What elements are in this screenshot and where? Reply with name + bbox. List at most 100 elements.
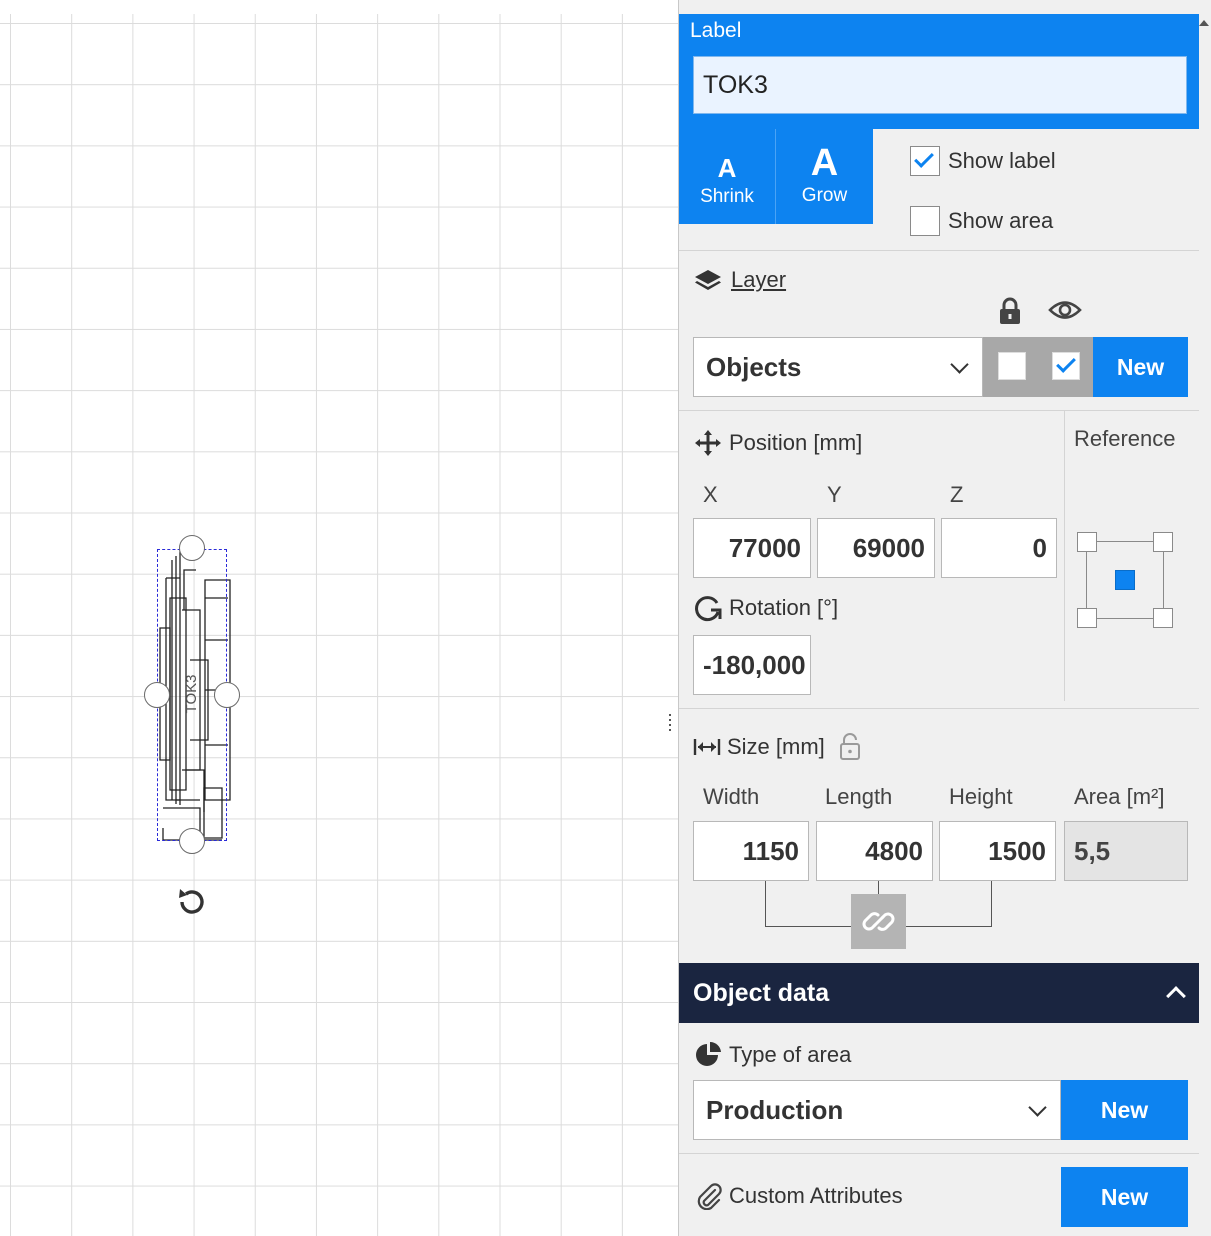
reference-top-left[interactable] [1077,532,1097,552]
link-bracket-right [991,881,992,927]
area-label: Area [m²] [1074,784,1165,809]
object-data-title: Object data [693,979,830,1007]
reference-title: Reference [1074,426,1176,451]
layer-section: Layer Objects New [679,251,1199,411]
scroll-up-arrow-icon[interactable] [1199,20,1209,26]
new-custom-attribute-button[interactable]: New [1061,1167,1188,1227]
width-label: Width [703,784,760,809]
z-label: Z [950,482,964,507]
shrink-label-button[interactable]: A Shrink [679,129,776,224]
length-input[interactable]: 4800 [816,821,933,881]
height-label: Height [949,784,1013,809]
move-icon [695,430,721,456]
paperclip-icon [697,1183,722,1210]
label-title: Label [690,19,742,42]
grow-label: Grow [801,185,848,206]
reference-point-picker [1077,532,1173,628]
position-section: Position [mm] X Y Z 77000 69000 0 Rotati… [679,411,1199,709]
y-label: Y [827,482,842,507]
grow-glyph: A [810,142,839,184]
reference-divider [1064,411,1065,701]
type-of-area-value: Production [706,1095,844,1125]
reference-center[interactable] [1115,570,1135,590]
link-icon [862,912,895,931]
position-y-input[interactable]: 69000 [817,518,935,578]
eye-icon [1048,301,1082,319]
chevron-up-icon[interactable] [1166,986,1186,1006]
position-x-input[interactable]: 77000 [693,518,811,578]
position-title: Position [mm] [693,428,862,458]
position-title-text: Position [mm] [729,430,863,455]
height-input[interactable]: 1500 [939,821,1056,881]
link-bracket-bottom-left [765,926,851,927]
size-section: Size [mm] Width Length Height Area [m²] … [679,709,1199,963]
layer-title[interactable]: Layer [693,267,786,293]
type-of-area-select[interactable]: Production [693,1080,1061,1140]
type-of-area-title: Type of area [693,1040,851,1070]
label-input[interactable]: TOK3 [693,56,1187,114]
layer-select[interactable]: Objects [693,337,983,397]
rotate-icon [695,596,722,622]
layer-select-value: Objects [706,352,802,382]
pie-chart-icon [696,1041,721,1066]
resize-handle-left[interactable] [144,682,170,708]
object-label: TOK3 [183,674,200,714]
x-label: X [703,482,718,507]
rotation-input[interactable]: -180,000 [693,635,811,695]
link-bracket-middle [878,881,879,895]
link-bracket-bottom-right [906,926,992,927]
checkmark-icon [914,148,934,168]
layer-visible-checkbox[interactable] [1052,352,1080,380]
reference-bottom-right[interactable] [1153,608,1173,628]
show-label-text: Show label [948,148,1056,173]
custom-attributes-title-text: Custom Attributes [729,1183,903,1208]
label-section: Label TOK3 [679,14,1199,129]
position-z-input[interactable]: 0 [941,518,1057,578]
type-of-area-section: Type of area Production New [679,1023,1199,1154]
lock-icon [1000,297,1020,324]
checkmark-icon [1056,353,1076,373]
length-label: Length [825,784,893,809]
new-area-type-button[interactable]: New [1061,1080,1188,1140]
show-label-checkbox[interactable] [910,146,940,176]
shrink-glyph: A [717,153,737,183]
label-options-section: A Shrink A Grow Show label Show area [679,129,1199,251]
chevron-down-icon [1028,1098,1047,1117]
size-title: Size [mm] [693,732,863,762]
machine-object-drawing[interactable] [0,0,678,1236]
rotate-icon[interactable] [174,884,210,920]
object-data-header[interactable]: Object data [679,963,1199,1023]
resize-handle-top[interactable] [179,535,205,561]
layer-lock-checkbox[interactable] [998,352,1026,380]
type-of-area-title-text: Type of area [729,1042,852,1067]
grow-label-button[interactable]: A Grow [776,129,873,224]
layers-icon [695,270,721,290]
new-layer-button[interactable]: New [1093,337,1188,397]
show-area-option[interactable]: Show area [910,206,1053,236]
shrink-label: Shrink [700,186,754,207]
reference-top-right[interactable] [1153,532,1173,552]
reference-bottom-left[interactable] [1077,608,1097,628]
size-title-text: Size [mm] [727,734,825,759]
link-bracket-left [765,881,766,927]
width-input[interactable]: 1150 [693,821,809,881]
unlock-icon[interactable] [837,732,863,762]
layer-title-text: Layer [731,267,787,292]
custom-attributes-section: Custom Attributes New [679,1154,1199,1236]
rotation-title: Rotation [°] [693,594,838,622]
custom-attributes-title: Custom Attributes [695,1182,903,1210]
show-area-text: Show area [948,208,1054,233]
link-proportions-button[interactable] [851,894,906,949]
drawing-canvas[interactable]: TOK3 [0,0,678,1236]
panel-splitter-grip[interactable] [668,714,672,738]
show-label-option[interactable]: Show label [910,146,1056,176]
rotation-title-text: Rotation [°] [729,595,839,620]
resize-handle-right[interactable] [214,682,240,708]
show-area-checkbox[interactable] [910,206,940,236]
resize-handle-bottom[interactable] [179,828,205,854]
width-arrows-icon [693,739,721,755]
properties-panel: Label TOK3 A Shrink A Grow Show label Sh… [678,0,1211,1236]
chevron-down-icon [950,355,969,374]
area-readonly-field: 5,5 [1064,821,1188,881]
layer-toggles [983,337,1093,397]
